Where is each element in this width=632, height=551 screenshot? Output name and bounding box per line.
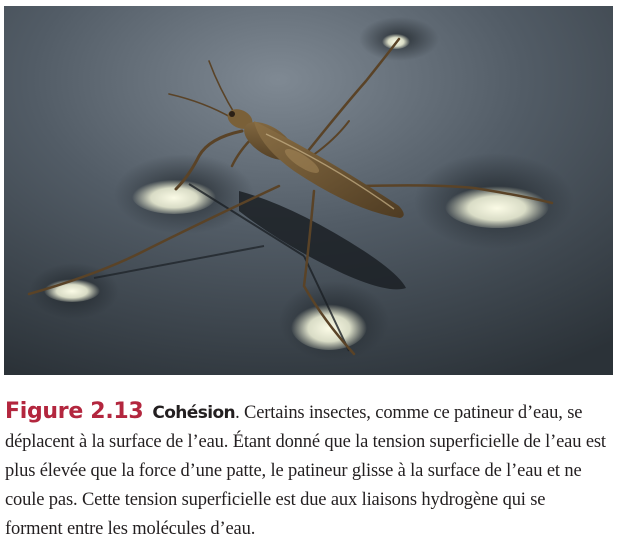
- caption-line-1: Figure 2.13 Cohésion. Certains insectes,…: [5, 397, 625, 428]
- caption-line-3: plus élevée que la force d’une patte, le…: [5, 461, 582, 481]
- caption-line-2: déplacent à la surface de l’eau. Étant d…: [5, 432, 606, 452]
- figure-label: Figure 2.13: [5, 399, 144, 424]
- caption-text-1: . Certains insectes, comme ce patineur d…: [235, 403, 583, 423]
- water-strider-photo: [4, 6, 613, 375]
- caption-line-4: coule pas. Cette tension superficielle e…: [5, 490, 546, 510]
- figure-title: Cohésion: [152, 403, 236, 423]
- caption-line-5: forment entre les molécules d’eau.: [5, 519, 256, 539]
- figure-caption: Figure 2.13 Cohésion. Certains insectes,…: [5, 397, 625, 544]
